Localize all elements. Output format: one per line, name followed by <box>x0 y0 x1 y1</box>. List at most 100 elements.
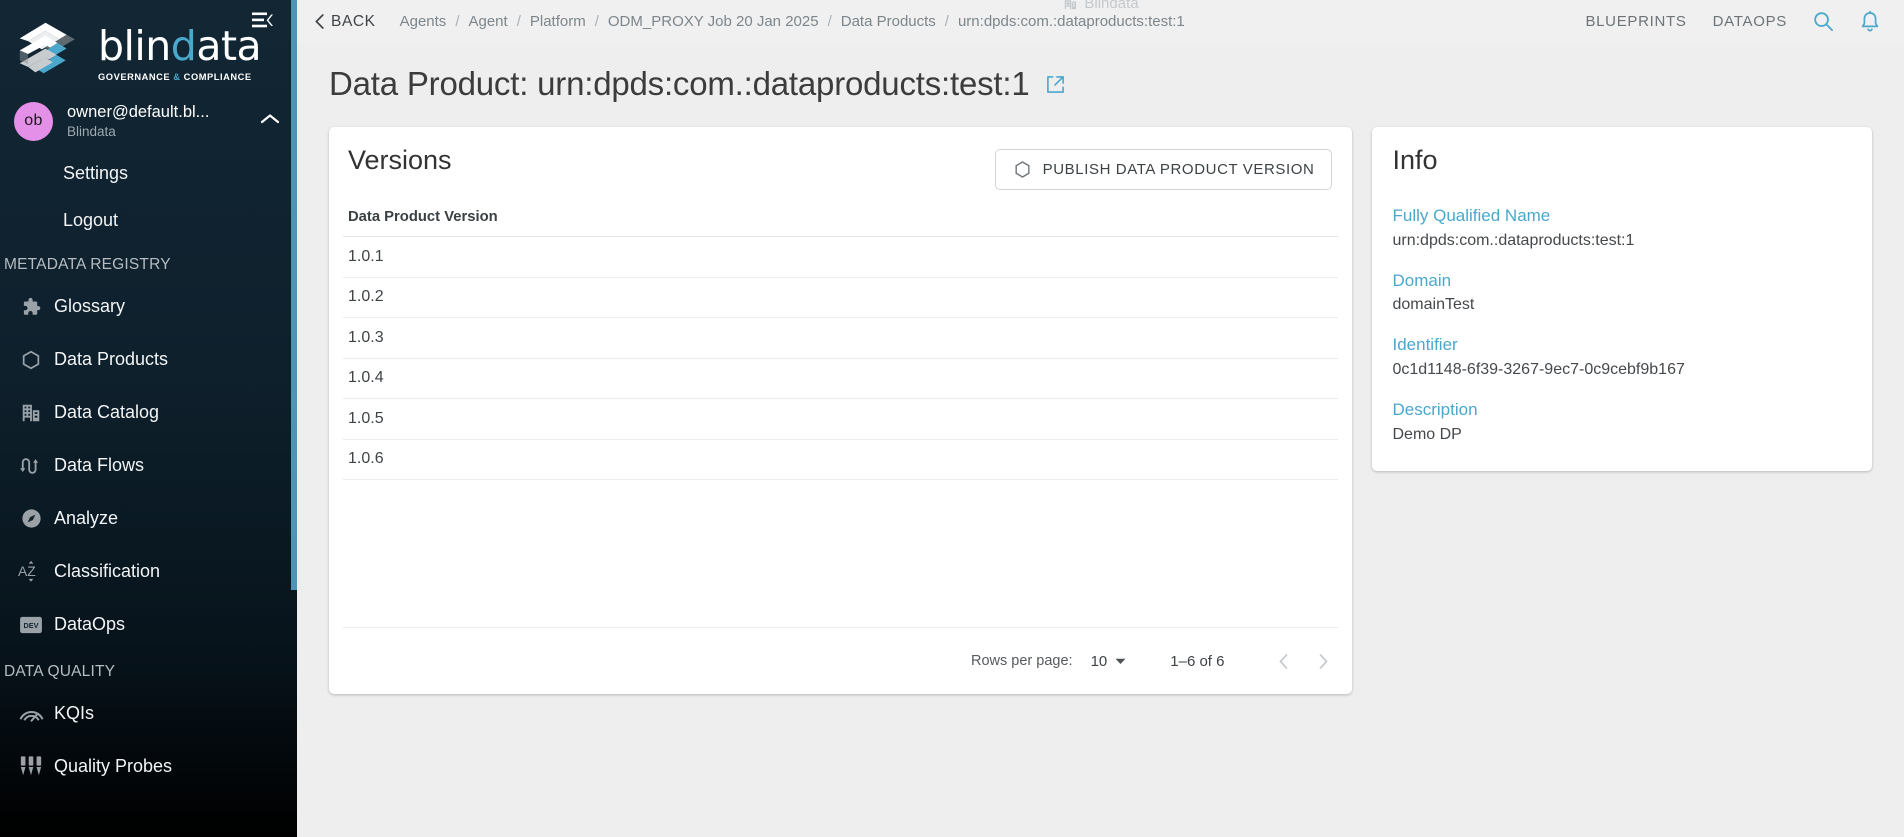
breadcrumb-separator: / <box>594 13 599 30</box>
table-row[interactable]: 1.0.4 <box>343 359 1339 399</box>
back-button[interactable]: BACK <box>315 13 376 31</box>
breadcrumb-item-job[interactable]: ODM_PROXY Job 20 Jan 2025 <box>608 13 819 30</box>
sidebar-label-quality-probes: Quality Probes <box>54 756 173 776</box>
chevron-down-icon <box>1115 658 1126 664</box>
breadcrumb-separator: / <box>827 13 832 30</box>
breadcrumb-separator: / <box>455 13 460 30</box>
tenant-name: Blindata <box>1084 0 1139 12</box>
sidebar-label-dataops: DataOps <box>54 614 126 634</box>
external-link-icon[interactable] <box>1046 75 1065 94</box>
tagline-amp: & <box>173 72 181 82</box>
brand-name-part1: blin <box>98 22 171 70</box>
gauge-icon <box>8 704 54 724</box>
breadcrumb-item-agent[interactable]: Agent <box>468 13 507 30</box>
table-row[interactable]: 1.0.3 <box>343 318 1339 359</box>
table-row[interactable]: 1.0.5 <box>343 399 1339 440</box>
table-row[interactable]: 1.0.2 <box>343 278 1339 318</box>
previous-page-button[interactable] <box>1270 648 1296 674</box>
chevron-up-icon[interactable] <box>259 112 281 130</box>
info-value: urn:dpds:com.:dataproducts:test:1 <box>1392 231 1635 249</box>
rows-per-page-value: 10 <box>1090 652 1108 670</box>
sidebar-section-metadata-registry: METADATA REGISTRY <box>4 256 171 273</box>
pagination-range: 1–6 of 6 <box>1170 652 1225 670</box>
app-root: blindata GOVERNANCE & COMPLIANCE ob owne… <box>0 0 1904 837</box>
tagline-pre: GOVERNANCE <box>98 72 174 82</box>
rows-per-page-label: Rows per page: <box>971 653 1073 669</box>
info-label: Fully Qualified Name <box>1392 206 1551 225</box>
bell-glyph <box>1861 10 1879 31</box>
sidebar-item-logout[interactable]: Logout <box>0 197 297 244</box>
svg-text:DEV: DEV <box>24 621 39 630</box>
info-title: Info <box>1392 145 1438 175</box>
sidebar-item-analyze[interactable]: Analyze <box>0 492 297 545</box>
dataflow-icon <box>8 455 54 477</box>
sidebar-item-dataops[interactable]: DEV DataOps <box>0 598 297 651</box>
info-value: Demo DP <box>1392 425 1462 443</box>
brand-wordmark: blindata GOVERNANCE & COMPLIANCE <box>98 26 262 83</box>
puzzle-icon <box>8 296 54 318</box>
content-area: Versions PUBLISH DATA PRODUCT VERSION Da… <box>297 103 1904 694</box>
building-icon <box>1064 0 1076 10</box>
info-label: Identifier <box>1392 335 1458 355</box>
chevron-left-icon <box>1279 653 1288 669</box>
info-field-domain: Domain domainTest <box>1392 269 1850 318</box>
sort-az-icon: AZ <box>8 560 54 583</box>
hexagon-glyph <box>22 350 40 369</box>
sidebar-label-glossary: Glossary <box>54 296 126 316</box>
tagline-post: COMPLIANCE <box>180 72 252 82</box>
nav-link-dataops[interactable]: DATAOPS <box>1713 13 1787 30</box>
pagination-nav <box>1270 648 1336 674</box>
sidebar-label-data-flows: Data Flows <box>54 455 145 475</box>
user-account-row[interactable]: ob owner@default.bl... Blindata <box>0 92 297 150</box>
sidebar-item-classification[interactable]: AZ Classification <box>0 545 297 598</box>
sidebar-label-kqis: KQIs <box>54 703 95 723</box>
publish-data-product-version-button[interactable]: PUBLISH DATA PRODUCT VERSION <box>994 149 1333 190</box>
publish-button-label: PUBLISH DATA PRODUCT VERSION <box>1042 161 1315 178</box>
sidebar-item-quality-probes[interactable]: Quality Probes <box>0 740 297 793</box>
versions-rows: 1.0.1 1.0.2 1.0.3 1.0.4 1.0.5 1.0.6 <box>343 237 1339 480</box>
rows-per-page-select[interactable]: 10 <box>1091 653 1127 670</box>
dev-badge-icon: DEV <box>8 615 54 635</box>
sidebar-item-data-catalog[interactable]: Data Catalog <box>0 386 297 439</box>
puzzle-glyph <box>23 297 41 315</box>
breadcrumb-item-platform[interactable]: Platform <box>530 13 586 30</box>
probes-glyph <box>20 756 42 776</box>
info-field-identifier: Identifier 0c1d1148-6f39-3267-9ec7-0c9ce… <box>1392 333 1850 382</box>
top-bar-actions: BLUEPRINTS DATAOPS <box>1585 10 1880 33</box>
sidebar-item-data-products[interactable]: Data Products <box>0 333 297 386</box>
info-label: Description <box>1392 399 1478 419</box>
info-label: Domain <box>1392 270 1452 290</box>
menu-collapse-icon[interactable] <box>247 6 277 34</box>
compass-glyph <box>21 509 41 528</box>
user-meta: owner@default.bl... Blindata <box>67 102 245 140</box>
main-content: BACK Agents / Agent / Platform / ODM_PRO… <box>297 0 1904 837</box>
table-row[interactable]: 1.0.6 <box>343 440 1339 480</box>
breadcrumb-item-agents[interactable]: Agents <box>400 13 447 30</box>
svg-text:AZ: AZ <box>18 563 36 579</box>
info-card: Info Fully Qualified Name urn:dpds:com.:… <box>1372 127 1872 471</box>
sidebar-item-kqis[interactable]: KQIs <box>0 687 297 740</box>
breadcrumb-item-data-products[interactable]: Data Products <box>841 13 936 30</box>
next-page-button[interactable] <box>1310 648 1336 674</box>
avatar: ob <box>14 101 53 141</box>
sidebar-item-settings[interactable]: Settings <box>0 150 297 197</box>
user-org: Blindata <box>67 123 116 139</box>
breadcrumb-item-current: urn:dpds:com.:dataproducts:test:1 <box>957 13 1185 30</box>
back-label: BACK <box>331 12 376 30</box>
info-field-fully-qualified-name: Fully Qualified Name urn:dpds:com.:datap… <box>1392 204 1850 253</box>
nav-link-blueprints[interactable]: BLUEPRINTS <box>1585 13 1686 30</box>
versions-title: Versions <box>348 145 452 175</box>
sidebar-item-glossary[interactable]: Glossary <box>0 280 297 333</box>
pagination-bar: Rows per page: 10 1–6 of 6 <box>343 627 1339 694</box>
brand-name: blindata <box>98 26 262 67</box>
compass-icon <box>8 507 54 530</box>
search-icon[interactable] <box>1813 11 1834 32</box>
dataflow-glyph <box>20 457 39 474</box>
collapse-glyph <box>251 12 273 27</box>
sidebar-item-data-flows[interactable]: Data Flows <box>0 439 297 492</box>
page-header: Data Product: urn:dpds:com.:dataproducts… <box>297 43 1904 103</box>
chevron-up-glyph <box>260 114 280 124</box>
table-row[interactable]: 1.0.1 <box>343 237 1339 278</box>
notifications-bell-icon[interactable] <box>1860 10 1880 33</box>
chevron-right-icon <box>1319 653 1328 669</box>
